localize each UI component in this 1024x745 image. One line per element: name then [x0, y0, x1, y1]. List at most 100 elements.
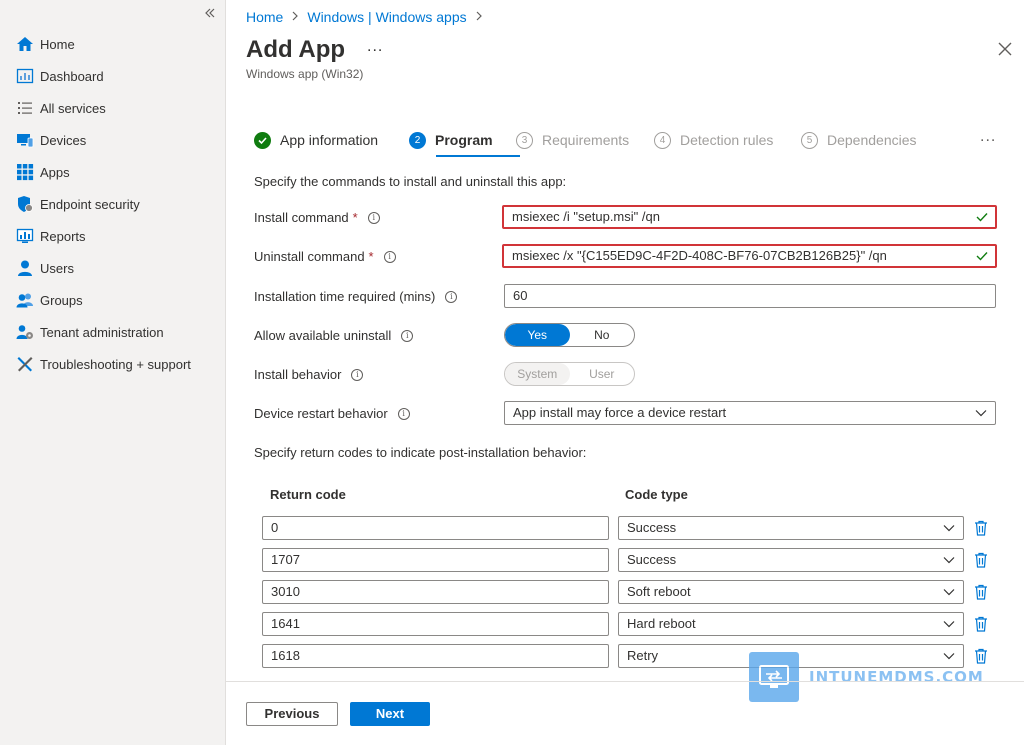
- breadcrumb-home-link[interactable]: Home: [246, 9, 283, 25]
- groups-icon: [15, 291, 34, 310]
- info-icon[interactable]: i: [367, 211, 380, 224]
- code-type-value: Retry: [627, 648, 659, 663]
- return-code-input[interactable]: 3010: [262, 580, 609, 604]
- trash-icon[interactable]: [974, 520, 988, 536]
- code-type-dropdown[interactable]: Success: [618, 548, 964, 572]
- allow-uninstall-label-text: Allow available uninstall: [254, 328, 392, 343]
- shield-icon: [15, 195, 34, 214]
- step-label: App information: [280, 132, 379, 148]
- step-number: 2: [409, 131, 426, 149]
- restart-behavior-label-text: Device restart behavior: [254, 406, 388, 421]
- sidebar-item-label: Endpoint security: [40, 196, 140, 212]
- sidebar-item-label: Home: [40, 36, 75, 52]
- code-type-dropdown[interactable]: Hard reboot: [618, 612, 964, 636]
- info-icon[interactable]: i: [397, 407, 410, 420]
- sidebar-item-home[interactable]: Home: [0, 28, 226, 60]
- sidebar-item-troubleshooting[interactable]: Troubleshooting + support: [0, 348, 226, 380]
- sidebar-item-tenant-administration[interactable]: Tenant administration: [0, 316, 226, 348]
- sidebar-item-label: Troubleshooting + support: [40, 356, 191, 372]
- code-type-column-header: Code type: [625, 487, 688, 502]
- install-command-label: Install command * i: [254, 210, 380, 225]
- return-code-input[interactable]: 1641: [262, 612, 609, 636]
- sidebar-item-dashboard[interactable]: Dashboard: [0, 60, 226, 92]
- step-label: Dependencies: [827, 132, 917, 148]
- trash-icon[interactable]: [974, 552, 988, 568]
- install-command-value: msiexec /i "setup.msi" /qn: [512, 209, 660, 224]
- info-icon[interactable]: i: [445, 290, 458, 303]
- tab-program[interactable]: 2 Program: [409, 128, 493, 152]
- return-codes-intro: Specify return codes to indicate post-in…: [254, 445, 587, 460]
- list-icon: [15, 99, 34, 118]
- return-code-value: 0: [271, 520, 279, 535]
- install-behavior-toggle: System User: [504, 362, 635, 386]
- info-icon[interactable]: i: [383, 250, 396, 263]
- code-type-dropdown[interactable]: Success: [618, 516, 964, 540]
- step-label: Detection rules: [680, 132, 774, 148]
- sidebar-item-label: Reports: [40, 228, 86, 244]
- sidebar-item-label: All services: [40, 100, 106, 116]
- devices-icon: [15, 131, 34, 150]
- apps-grid-icon: [15, 163, 34, 182]
- restart-behavior-label: Device restart behavior i: [254, 406, 410, 421]
- sidebar-item-devices[interactable]: Devices: [0, 124, 226, 156]
- return-code-column-header: Return code: [270, 487, 346, 502]
- trash-icon[interactable]: [974, 584, 988, 600]
- installation-time-input[interactable]: 60: [504, 284, 996, 308]
- code-type-dropdown[interactable]: Soft reboot: [618, 580, 964, 604]
- breadcrumb-windows-apps-link[interactable]: Windows | Windows apps: [307, 9, 466, 25]
- code-type-value: Soft reboot: [627, 584, 691, 599]
- footer-divider: [226, 681, 1024, 682]
- info-icon[interactable]: i: [401, 329, 414, 342]
- step-label: Requirements: [542, 132, 630, 148]
- sidebar-item-all-services[interactable]: All services: [0, 92, 226, 124]
- return-code-input[interactable]: 1707: [262, 548, 609, 572]
- sidebar-item-endpoint-security[interactable]: Endpoint security: [0, 188, 226, 220]
- step-number: 4: [654, 131, 671, 149]
- step-label: Program: [435, 132, 493, 148]
- watermark-text: INTUNEMDMS.COM: [809, 668, 984, 686]
- double-chevron-left-icon: [205, 8, 215, 18]
- restart-behavior-dropdown[interactable]: App install may force a device restart: [504, 401, 996, 425]
- install-behavior-system-option[interactable]: System: [505, 363, 570, 385]
- reports-icon: [15, 227, 34, 246]
- install-command-input[interactable]: msiexec /i "setup.msi" /qn: [502, 205, 997, 229]
- tenant-gear-icon: [15, 323, 34, 342]
- sidebar-item-users[interactable]: Users: [0, 252, 226, 284]
- sidebar-item-reports[interactable]: Reports: [0, 220, 226, 252]
- user-icon: [15, 259, 34, 278]
- uninstall-command-input[interactable]: msiexec /x "{C155ED9C-4F2D-408C-BF76-07C…: [502, 244, 997, 268]
- collapse-sidebar-button[interactable]: [205, 5, 215, 21]
- return-code-value: 3010: [271, 584, 300, 599]
- installation-time-value: 60: [513, 288, 528, 303]
- chevron-down-icon: [943, 589, 955, 596]
- more-options-button[interactable]: ...: [367, 38, 383, 56]
- home-icon: [15, 35, 34, 54]
- tab-detection-rules[interactable]: 4 Detection rules: [654, 128, 773, 152]
- tab-dependencies[interactable]: 5 Dependencies: [801, 128, 917, 152]
- sidebar-item-label: Users: [40, 260, 74, 276]
- code-type-value: Success: [627, 552, 677, 567]
- close-button[interactable]: [998, 42, 1016, 60]
- sidebar-item-groups[interactable]: Groups: [0, 284, 226, 316]
- install-behavior-user-option[interactable]: User: [570, 363, 635, 385]
- breadcrumb: Home Windows | Windows apps: [246, 9, 491, 25]
- uninstall-command-label-text: Uninstall command: [254, 249, 365, 264]
- tab-requirements[interactable]: 3 Requirements: [516, 128, 629, 152]
- previous-button[interactable]: Previous: [246, 702, 338, 726]
- tools-icon: [15, 355, 34, 374]
- wizard-steps: App information 2 Program 3 Requirements…: [254, 128, 1014, 158]
- sidebar-item-label: Groups: [40, 292, 83, 308]
- sidebar-item-label: Dashboard: [40, 68, 104, 84]
- return-code-input[interactable]: 1618: [262, 644, 609, 668]
- next-button[interactable]: Next: [350, 702, 430, 726]
- return-code-input[interactable]: 0: [262, 516, 609, 540]
- allow-uninstall-yes-option[interactable]: Yes: [505, 324, 570, 346]
- sidebar-item-apps[interactable]: Apps: [0, 156, 226, 188]
- tab-app-information[interactable]: App information: [254, 128, 378, 152]
- monitor-sync-icon: [749, 652, 799, 702]
- info-icon[interactable]: i: [351, 368, 364, 381]
- allow-uninstall-no-option[interactable]: No: [570, 324, 635, 346]
- code-type-value: Success: [627, 520, 677, 535]
- trash-icon[interactable]: [974, 616, 988, 632]
- more-steps-button[interactable]: ...: [980, 128, 996, 146]
